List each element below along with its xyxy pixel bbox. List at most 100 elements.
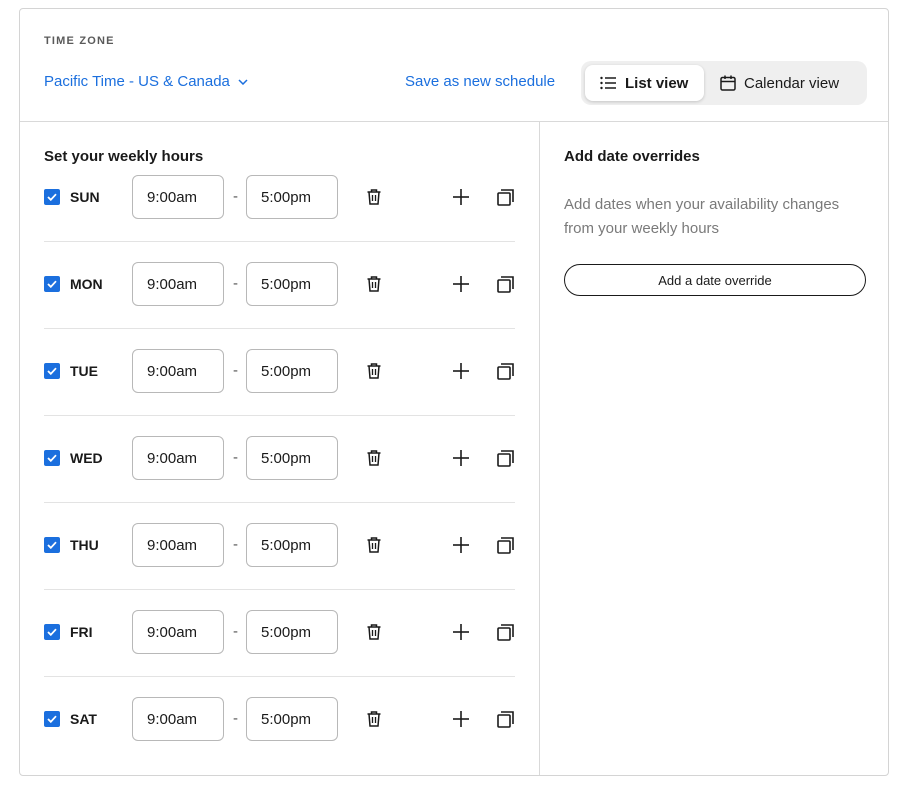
save-as-new-schedule-link[interactable]: Save as new schedule — [405, 73, 555, 90]
delete-interval-button[interactable] — [362, 185, 386, 209]
copy-times-button[interactable] — [493, 620, 517, 644]
delete-interval-button[interactable] — [362, 533, 386, 557]
list-icon — [600, 76, 616, 90]
copy-icon — [496, 623, 514, 641]
end-time-input[interactable]: 5:00pm — [246, 610, 338, 654]
time-zone-label: TIME ZONE — [44, 35, 115, 47]
availability-panel: TIME ZONE Pacific Time - US & Canada Sav… — [19, 8, 889, 776]
end-time-value: 5:00pm — [261, 449, 312, 467]
chevron-down-icon — [238, 78, 248, 85]
day-row-fri: FRI 9:00am - 5:00pm — [44, 610, 515, 677]
time-range-separator: - — [233, 536, 238, 553]
time-range-separator: - — [233, 362, 238, 379]
delete-interval-button[interactable] — [362, 620, 386, 644]
end-time-input[interactable]: 5:00pm — [246, 697, 338, 741]
end-time-input[interactable]: 5:00pm — [246, 175, 338, 219]
start-time-value: 9:00am — [147, 449, 198, 467]
start-time-input[interactable]: 9:00am — [132, 436, 224, 480]
plus-icon — [453, 537, 469, 553]
end-time-input[interactable]: 5:00pm — [246, 349, 338, 393]
copy-times-button[interactable] — [493, 446, 517, 470]
calendar-view-label: Calendar view — [744, 74, 840, 92]
check-icon — [47, 715, 57, 723]
start-time-input[interactable]: 9:00am — [132, 262, 224, 306]
day-name: TUE — [70, 363, 98, 379]
copy-times-button[interactable] — [493, 533, 517, 557]
check-icon — [47, 628, 57, 636]
plus-icon — [453, 363, 469, 379]
calendar-view-button[interactable]: Calendar view — [720, 65, 860, 101]
add-interval-button[interactable] — [449, 446, 473, 470]
check-icon — [47, 541, 57, 549]
start-time-input[interactable]: 9:00am — [132, 697, 224, 741]
add-interval-button[interactable] — [449, 359, 473, 383]
list-view-button[interactable]: List view — [585, 65, 704, 101]
trash-icon — [367, 189, 381, 205]
column-divider — [539, 122, 540, 775]
calendar-icon — [720, 75, 736, 91]
start-time-value: 9:00am — [147, 188, 198, 206]
day-checkbox[interactable] — [44, 450, 60, 466]
day-row-wed: WED 9:00am - 5:00pm — [44, 436, 515, 503]
day-checkbox[interactable] — [44, 537, 60, 553]
start-time-input[interactable]: 9:00am — [132, 523, 224, 567]
date-overrides-title: Add date overrides — [564, 148, 700, 165]
date-overrides-description: Add dates when your availability changes… — [564, 196, 840, 237]
start-time-value: 9:00am — [147, 362, 198, 380]
start-time-input[interactable]: 9:00am — [132, 175, 224, 219]
day-row-sat: SAT 9:00am - 5:00pm — [44, 697, 515, 763]
plus-icon — [453, 711, 469, 727]
copy-icon — [496, 362, 514, 380]
trash-icon — [367, 363, 381, 379]
day-row-tue: TUE 9:00am - 5:00pm — [44, 349, 515, 416]
day-row-mon: MON 9:00am - 5:00pm — [44, 262, 515, 329]
day-checkbox[interactable] — [44, 189, 60, 205]
end-time-value: 5:00pm — [261, 362, 312, 380]
add-interval-button[interactable] — [449, 620, 473, 644]
copy-times-button[interactable] — [493, 359, 517, 383]
start-time-input[interactable]: 9:00am — [132, 610, 224, 654]
copy-times-button[interactable] — [493, 707, 517, 731]
day-checkbox[interactable] — [44, 711, 60, 727]
plus-icon — [453, 624, 469, 640]
delete-interval-button[interactable] — [362, 446, 386, 470]
start-time-value: 9:00am — [147, 536, 198, 554]
time-range-separator: - — [233, 275, 238, 292]
end-time-input[interactable]: 5:00pm — [246, 262, 338, 306]
check-icon — [47, 280, 57, 288]
trash-icon — [367, 624, 381, 640]
end-time-input[interactable]: 5:00pm — [246, 436, 338, 480]
start-time-value: 9:00am — [147, 623, 198, 641]
plus-icon — [453, 276, 469, 292]
day-checkbox[interactable] — [44, 276, 60, 292]
copy-icon — [496, 188, 514, 206]
check-icon — [47, 367, 57, 375]
add-interval-button[interactable] — [449, 272, 473, 296]
time-range-separator: - — [233, 710, 238, 727]
view-toggle: List view Calendar view — [581, 61, 867, 105]
trash-icon — [367, 711, 381, 727]
end-time-value: 5:00pm — [261, 710, 312, 728]
time-zone-select[interactable]: Pacific Time - US & Canada — [44, 73, 248, 90]
copy-times-button[interactable] — [493, 272, 517, 296]
add-interval-button[interactable] — [449, 707, 473, 731]
day-row-thu: THU 9:00am - 5:00pm — [44, 523, 515, 590]
end-time-value: 5:00pm — [261, 275, 312, 293]
check-icon — [47, 193, 57, 201]
weekly-hours-title: Set your weekly hours — [44, 148, 204, 165]
add-interval-button[interactable] — [449, 185, 473, 209]
day-checkbox[interactable] — [44, 363, 60, 379]
day-name: WED — [70, 450, 103, 466]
plus-icon — [453, 450, 469, 466]
delete-interval-button[interactable] — [362, 272, 386, 296]
copy-icon — [496, 449, 514, 467]
end-time-input[interactable]: 5:00pm — [246, 523, 338, 567]
delete-interval-button[interactable] — [362, 707, 386, 731]
copy-times-button[interactable] — [493, 185, 517, 209]
add-date-override-button[interactable]: Add a date override — [564, 264, 866, 296]
delete-interval-button[interactable] — [362, 359, 386, 383]
day-checkbox[interactable] — [44, 624, 60, 640]
start-time-input[interactable]: 9:00am — [132, 349, 224, 393]
add-interval-button[interactable] — [449, 533, 473, 557]
trash-icon — [367, 450, 381, 466]
